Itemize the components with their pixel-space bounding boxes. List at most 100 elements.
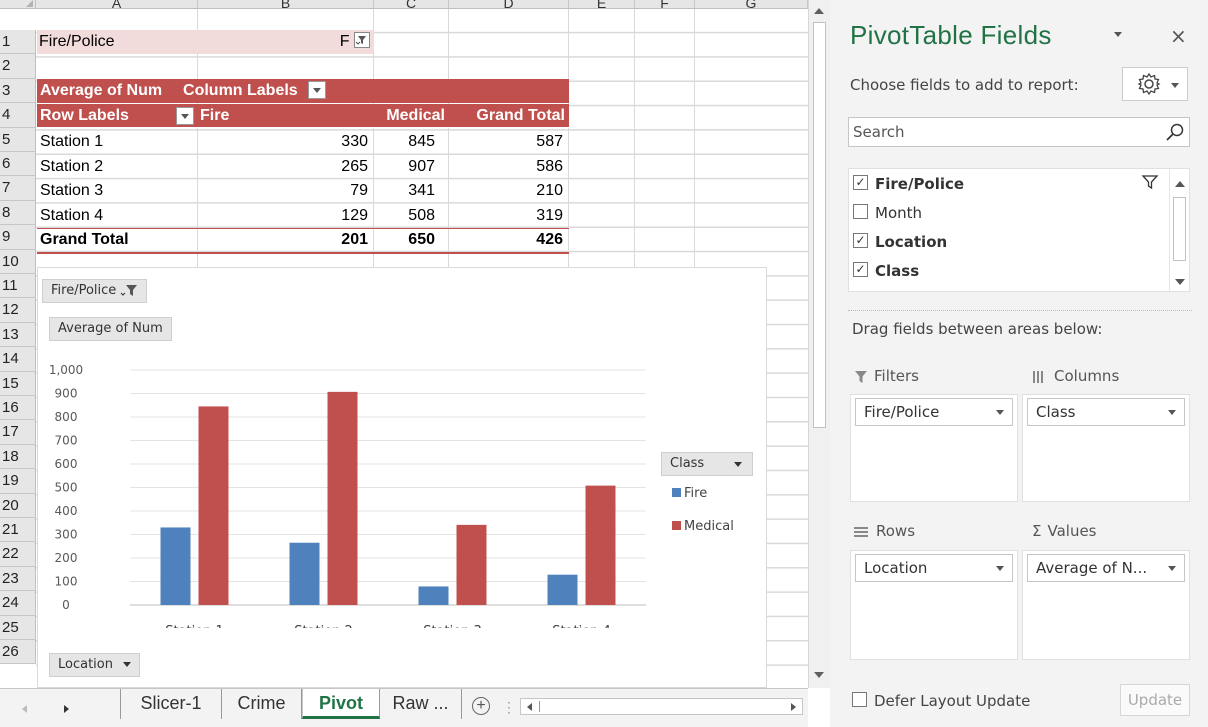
- rows-area-item[interactable]: Location: [855, 554, 1013, 582]
- defer-layout-update[interactable]: Defer Layout Update: [852, 692, 1030, 710]
- update-button[interactable]: Update: [1120, 684, 1190, 716]
- field-list-scrollbar[interactable]: [1169, 169, 1189, 291]
- column-labels-dropdown-icon[interactable]: [308, 80, 327, 99]
- column-header-f[interactable]: F: [635, 0, 695, 9]
- scroll-left-icon[interactable]: [527, 703, 532, 711]
- row-header[interactable]: 5: [0, 127, 36, 152]
- pane-options-chevron-icon[interactable]: [1114, 32, 1122, 37]
- field-item-month[interactable]: Month: [853, 201, 922, 225]
- column-header-g[interactable]: G: [695, 0, 808, 9]
- divider: [848, 310, 1192, 311]
- pivot-chart[interactable]: Fire/Police Average of Num 0 100 200 300 400…: [37, 267, 767, 688]
- column-header-a[interactable]: A: [36, 0, 198, 9]
- tab-splitter-icon[interactable]: ⋮: [502, 699, 516, 716]
- row-header[interactable]: 8: [0, 200, 36, 226]
- row-header[interactable]: 17: [0, 420, 36, 445]
- field-item-fire-police[interactable]: ✓ Fire/Police: [853, 172, 964, 196]
- row-header[interactable]: 24: [0, 591, 36, 616]
- tab-next-icon[interactable]: [64, 705, 69, 713]
- row-header[interactable]: 13: [0, 322, 36, 348]
- column-header-c[interactable]: C: [374, 0, 449, 9]
- scroll-right-icon[interactable]: [791, 703, 796, 711]
- vertical-scrollbar[interactable]: [808, 0, 830, 688]
- row-header[interactable]: 18: [0, 444, 36, 470]
- filter-value-cell[interactable]: F: [199, 30, 374, 54]
- chart-axis-field-button[interactable]: Location: [49, 653, 141, 677]
- filter-dropdown-icon[interactable]: [354, 31, 370, 48]
- row-header[interactable]: 23: [0, 566, 36, 592]
- rows-area[interactable]: Location: [850, 550, 1018, 660]
- columns-area-header: Columns: [1032, 367, 1119, 385]
- row-header[interactable]: 15: [0, 371, 36, 396]
- tab-prev-icon[interactable]: [22, 705, 27, 713]
- select-all-corner[interactable]: [0, 0, 36, 9]
- bar-medical-1: [198, 406, 229, 605]
- chevron-down-icon[interactable]: [996, 410, 1004, 415]
- scroll-down-icon[interactable]: [814, 672, 824, 678]
- close-icon[interactable]: ×: [1170, 24, 1187, 48]
- row-header[interactable]: 3: [0, 78, 36, 104]
- row-header[interactable]: 14: [0, 347, 36, 372]
- total-value-cell: 319: [536, 207, 563, 224]
- row-header[interactable]: 21: [0, 518, 36, 543]
- tab-crime[interactable]: Crime: [222, 689, 302, 719]
- search-input[interactable]: Search: [848, 117, 1190, 147]
- row-header[interactable]: 10: [0, 249, 36, 274]
- spreadsheet[interactable]: A B C D E F G 1 2 3 4 5 6 7 8 9 10 11 12 13 14 15 16 17 1…: [0, 0, 830, 727]
- tab-raw[interactable]: Raw ...: [380, 689, 462, 719]
- search-icon[interactable]: [1165, 122, 1185, 142]
- values-area-item[interactable]: Average of N...: [1027, 554, 1185, 582]
- scroll-up-icon[interactable]: [1175, 181, 1185, 187]
- tab-slicer-1[interactable]: Slicer-1: [120, 689, 222, 719]
- row-header[interactable]: 26: [0, 640, 36, 665]
- field-list-scroll-thumb[interactable]: [1173, 197, 1186, 261]
- row-header[interactable]: 1: [0, 30, 36, 55]
- field-checkbox[interactable]: [853, 204, 868, 219]
- rows-item-label: Location: [864, 559, 928, 577]
- columns-area-item[interactable]: Class: [1027, 398, 1185, 426]
- row-header[interactable]: 20: [0, 493, 36, 518]
- row-header[interactable]: 2: [0, 54, 36, 79]
- column-header-d[interactable]: D: [449, 0, 569, 9]
- fire-value-cell: 79: [350, 182, 368, 199]
- filters-area[interactable]: Fire/Police: [850, 394, 1018, 502]
- row-header[interactable]: 25: [0, 615, 36, 640]
- row-header[interactable]: 6: [0, 152, 36, 177]
- tools-button[interactable]: [1122, 67, 1188, 101]
- field-checkbox[interactable]: ✓: [853, 233, 868, 248]
- defer-checkbox[interactable]: [852, 692, 867, 707]
- plus-circle-icon[interactable]: +: [472, 697, 490, 715]
- row-labels-dropdown-icon[interactable]: [176, 107, 194, 125]
- field-checkbox[interactable]: ✓: [853, 175, 868, 190]
- row-header[interactable]: 9: [0, 225, 36, 250]
- scroll-thumb-h[interactable]: [539, 701, 540, 712]
- total-value-cell: 210: [536, 182, 563, 199]
- field-item-location[interactable]: ✓ Location: [853, 230, 947, 254]
- row-header[interactable]: 11: [0, 274, 36, 299]
- row-header[interactable]: 22: [0, 542, 36, 567]
- row-header[interactable]: 16: [0, 396, 36, 421]
- field-checkbox[interactable]: ✓: [853, 262, 868, 277]
- legend-field-button[interactable]: Class: [661, 452, 753, 476]
- field-item-class[interactable]: ✓ Class: [853, 259, 919, 283]
- row-header[interactable]: 7: [0, 176, 36, 201]
- tab-pivot[interactable]: Pivot: [302, 689, 380, 719]
- scroll-thumb[interactable]: [813, 22, 826, 428]
- chevron-down-icon[interactable]: [1168, 410, 1176, 415]
- scroll-up-icon[interactable]: [814, 8, 824, 14]
- values-area[interactable]: Average of N...: [1022, 550, 1190, 660]
- column-header-e[interactable]: E: [569, 0, 635, 9]
- column-header-b[interactable]: B: [198, 0, 374, 9]
- row-header[interactable]: 4: [0, 103, 36, 128]
- row-labels-header: Row Labels: [40, 104, 198, 128]
- scroll-down-icon[interactable]: [1175, 279, 1185, 285]
- y-tick-label: 400: [55, 504, 78, 518]
- row-header[interactable]: 19: [0, 469, 36, 494]
- horizontal-scrollbar[interactable]: [520, 698, 803, 715]
- filters-area-item[interactable]: Fire/Police: [855, 398, 1013, 426]
- chevron-down-icon[interactable]: [1168, 566, 1176, 571]
- chevron-down-icon[interactable]: [996, 566, 1004, 571]
- row-header[interactable]: 12: [0, 298, 36, 323]
- columns-area[interactable]: Class: [1022, 394, 1190, 502]
- bar-fire-3: [418, 586, 449, 605]
